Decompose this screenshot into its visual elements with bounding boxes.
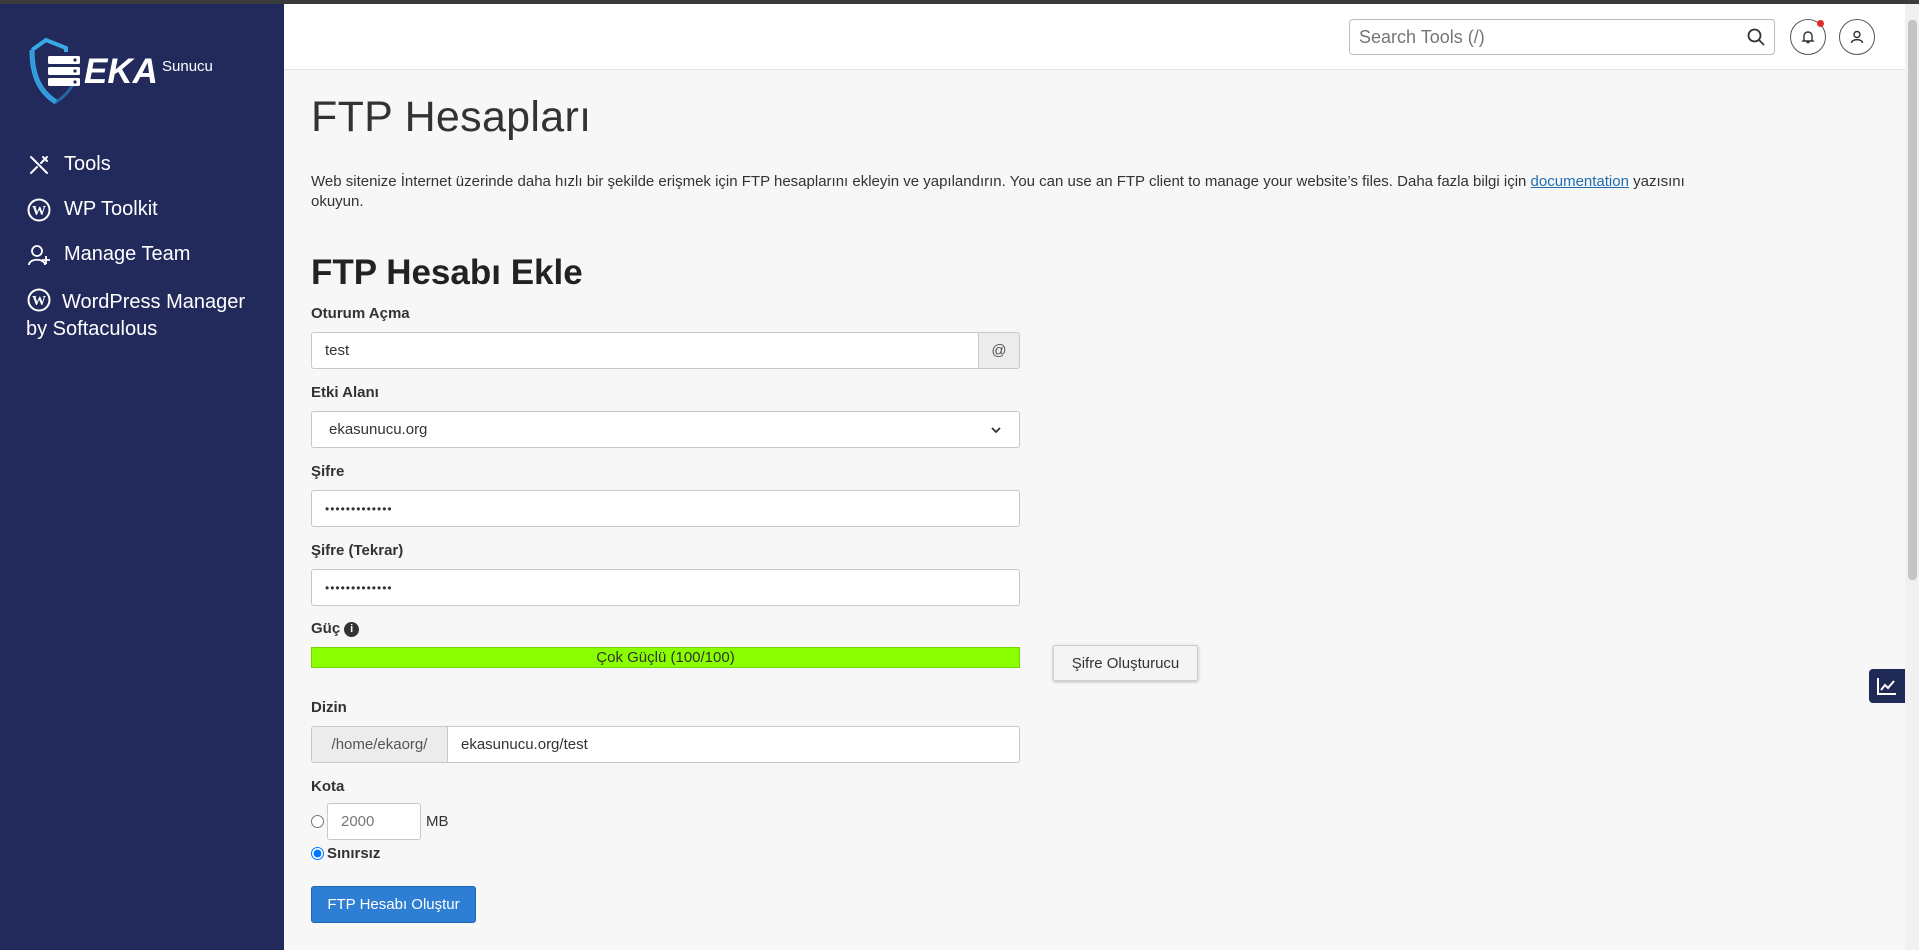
strength-field-group: Güç i Çok Güçlü (100/100): [311, 619, 1020, 668]
quota-field-group: Kota MB Sınırsız: [311, 777, 449, 862]
notification-badge: [1817, 20, 1824, 27]
section-title: FTP Hesabı Ekle: [311, 253, 583, 292]
directory-field-group: Dizin /home/ekaorg/: [311, 698, 1020, 763]
strength-label-text: Güç: [311, 620, 341, 637]
sidebar: EKA Sunucu Tools W WP Toolkit Manage Tea…: [0, 4, 284, 950]
quota-limited-radio[interactable]: [311, 815, 324, 828]
login-label: Oturum Açma: [311, 305, 410, 322]
quota-limited-row: MB: [311, 803, 449, 840]
svg-text:W: W: [32, 294, 46, 309]
brand-suffix: Sunucu: [162, 58, 213, 75]
stats-side-tab[interactable]: [1869, 669, 1905, 703]
domain-label: Etki Alanı: [311, 384, 379, 401]
tools-icon: [26, 152, 52, 178]
page-title: FTP Hesapları: [311, 93, 592, 141]
password-generator-button[interactable]: Şifre Oluşturucu: [1053, 645, 1198, 681]
password-field-group: Şifre: [311, 462, 1020, 527]
sidebar-nav: Tools W WP Toolkit Manage Team W WordPre…: [0, 144, 284, 354]
password-repeat-field-group: Şifre (Tekrar): [311, 541, 1020, 606]
home-directory-prefix: /home/ekaorg/: [311, 726, 447, 763]
sidebar-item-label: Manage Team: [64, 243, 191, 265]
quota-unlimited-row: Sınırsız: [311, 845, 449, 862]
brand-name: EKA: [84, 52, 158, 91]
password-repeat-label: Şifre (Tekrar): [311, 542, 404, 559]
bell-icon: [1801, 31, 1815, 44]
password-label: Şifre: [311, 463, 345, 480]
directory-input[interactable]: [447, 726, 1020, 763]
top-header: [284, 4, 1905, 70]
chart-trend-icon: [1877, 678, 1896, 695]
wordpress-icon: W: [26, 287, 52, 313]
password-strength-meter: Çok Güçlü (100/100): [311, 647, 1020, 668]
description-text: Web sitenize İnternet üzerinde daha hızl…: [311, 173, 1531, 190]
sidebar-item-label: WP Toolkit: [64, 198, 158, 220]
quota-unlimited-radio[interactable]: [311, 847, 324, 860]
unlimited-label: Sınırsız: [327, 845, 381, 862]
search-box: [1349, 19, 1775, 55]
sidebar-item-wordpress-manager[interactable]: W WordPress Manager by Softaculous: [0, 279, 284, 350]
quota-unit: MB: [426, 813, 449, 830]
sidebar-item-label: WordPress Manager by Softaculous: [26, 291, 246, 340]
sidebar-item-tools[interactable]: Tools: [0, 144, 284, 185]
password-input[interactable]: [311, 490, 1020, 527]
page-scrollbar[interactable]: [1905, 4, 1919, 950]
svg-text:W: W: [32, 204, 46, 219]
sidebar-item-wp-toolkit[interactable]: W WP Toolkit: [0, 189, 284, 230]
directory-input-group: /home/ekaorg/: [311, 726, 1020, 763]
wordpress-icon: W: [26, 197, 52, 223]
at-sign-addon: @: [979, 332, 1020, 369]
info-icon[interactable]: i: [344, 622, 360, 637]
login-input[interactable]: [311, 332, 980, 369]
sidebar-item-label: Tools: [64, 153, 111, 175]
user-icon: [1850, 30, 1864, 44]
user-menu-button[interactable]: [1839, 19, 1875, 55]
create-ftp-account-button[interactable]: FTP Hesabı Oluştur: [311, 886, 476, 923]
sidebar-item-manage-team[interactable]: Manage Team: [0, 234, 284, 275]
chevron-down-icon: [991, 426, 1001, 433]
scrollbar-thumb[interactable]: [1908, 20, 1917, 580]
main-content: FTP Hesapları Web sitenize İnternet üzer…: [311, 70, 1891, 294]
eka-logo-icon: EKA Sunucu: [29, 38, 213, 105]
manage-team-icon: [26, 242, 52, 268]
domain-selected-value: ekasunucu.org: [329, 421, 428, 438]
strength-label: Güç i: [311, 619, 1020, 639]
quota-input[interactable]: [327, 803, 421, 840]
login-input-group: @: [311, 332, 1020, 369]
page-description: Web sitenize İnternet üzerinde daha hızl…: [311, 172, 1731, 212]
domain-select[interactable]: ekasunucu.org: [311, 411, 1020, 448]
domain-field-group: Etki Alanı ekasunucu.org: [311, 383, 1020, 448]
login-field-group: Oturum Açma @: [311, 304, 1020, 369]
search-icon[interactable]: [1746, 27, 1766, 47]
notifications-button[interactable]: [1790, 19, 1826, 55]
directory-label: Dizin: [311, 699, 347, 716]
password-repeat-input[interactable]: [311, 569, 1020, 606]
quota-label: Kota: [311, 778, 345, 795]
brand-logo[interactable]: EKA Sunucu: [26, 38, 256, 108]
documentation-link[interactable]: documentation: [1531, 173, 1629, 190]
search-input[interactable]: [1350, 20, 1730, 54]
